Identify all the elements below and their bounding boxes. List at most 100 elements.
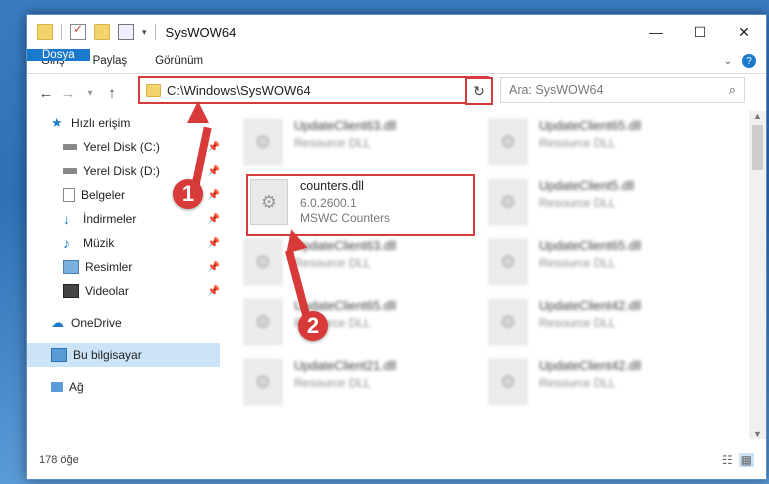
- cloud-icon: ☁: [51, 315, 64, 330]
- customize-toolbar-icon[interactable]: ▾: [142, 27, 147, 38]
- explorer-window: ▾ SysWOW64 — ☐ ✕ Dosya Giriş Paylaş Görü…: [26, 14, 767, 480]
- sidebar-item-onedrive[interactable]: ☁ OneDrive: [27, 311, 220, 335]
- properties-check-icon[interactable]: [70, 22, 86, 40]
- scroll-down-icon[interactable]: ▼: [749, 429, 766, 439]
- refresh-icon: ↻: [473, 82, 485, 99]
- details-view-icon[interactable]: ☷: [722, 453, 733, 467]
- sidebar-item-label: İndirmeler: [83, 212, 137, 226]
- drive-icon: [63, 168, 77, 174]
- drive-icon: [63, 144, 77, 150]
- window-title: SysWOW64: [165, 24, 237, 40]
- back-arrow-icon[interactable]: ←: [35, 85, 57, 102]
- pin-icon[interactable]: 📌: [208, 262, 220, 273]
- close-button[interactable]: ✕: [722, 15, 766, 49]
- sidebar-item-pictures[interactable]: Resimler 📌: [27, 255, 220, 279]
- minimize-button[interactable]: —: [634, 15, 678, 49]
- expand-ribbon-icon[interactable]: ⌄: [724, 56, 732, 67]
- scroll-thumb[interactable]: [752, 125, 763, 170]
- sidebar-item-this-pc[interactable]: Bu bilgisayar: [27, 343, 220, 367]
- tab-view[interactable]: Görünüm: [141, 49, 217, 73]
- address-path[interactable]: C:\Windows\SysWOW64: [167, 83, 311, 98]
- file-name: UpdateClient42.dll: [539, 299, 642, 313]
- dll-file-icon: ⚙: [244, 359, 282, 405]
- callout-1: 1: [173, 179, 203, 209]
- search-box[interactable]: Ara: SysWOW64 ⌕: [500, 77, 745, 103]
- file-type: Resource DLL: [539, 376, 616, 390]
- recent-locations-icon[interactable]: ▾: [79, 88, 101, 99]
- up-arrow-icon[interactable]: ↑: [101, 85, 123, 102]
- star-icon: ★: [51, 115, 63, 130]
- arrow-1-head: [187, 101, 209, 123]
- dll-file-icon: ⚙: [489, 119, 527, 165]
- list-item[interactable]: ⚙ UpdateClient5.dll Resource DLL: [489, 179, 634, 225]
- folder-icon: [37, 24, 53, 40]
- dll-file-icon: ⚙: [489, 359, 527, 405]
- video-icon: [63, 284, 79, 298]
- sidebar-item-label: Yerel Disk (C:): [83, 140, 160, 154]
- address-bar[interactable]: C:\Windows\SysWOW64 ⌄: [138, 76, 489, 104]
- file-name: UpdateClient63.dll: [294, 119, 397, 133]
- pin-icon[interactable]: 📌: [208, 214, 220, 225]
- tiles-view-icon[interactable]: ▦: [738, 453, 754, 467]
- scroll-up-icon[interactable]: ▲: [749, 111, 766, 121]
- title-bar: ▾ SysWOW64 — ☐ ✕: [27, 15, 766, 49]
- list-item[interactable]: ⚙ UpdateClient42.dll Resource DLL: [489, 299, 641, 345]
- document-icon: [63, 188, 75, 202]
- dll-file-icon: ⚙: [244, 119, 282, 165]
- list-item[interactable]: ⚙ UpdateClient63.dll Resource DLL: [244, 119, 396, 165]
- pin-icon[interactable]: 📌: [208, 190, 220, 201]
- vertical-scrollbar[interactable]: ▲ ▼: [749, 111, 766, 439]
- pin-icon[interactable]: 📌: [208, 286, 220, 297]
- list-item[interactable]: ⚙ UpdateClient42.dll Resource DLL: [489, 359, 641, 405]
- tab-file[interactable]: Dosya: [27, 49, 90, 61]
- file-name: UpdateClient63.dll: [294, 239, 397, 253]
- separator: [154, 24, 156, 40]
- file-name: UpdateClient42.dll: [539, 359, 642, 373]
- pin-icon[interactable]: 📌: [208, 166, 220, 177]
- pin-icon[interactable]: 📌: [208, 238, 220, 249]
- sidebar-item-downloads[interactable]: ↓ İndirmeler 📌: [27, 207, 220, 231]
- sidebar-item-label: Resimler: [85, 260, 133, 274]
- file-name: UpdateClient65.dll: [539, 239, 642, 253]
- file-type: Resource DLL: [294, 376, 371, 390]
- forward-arrow-icon[interactable]: →: [57, 85, 79, 102]
- pin-icon[interactable]: 📌: [208, 142, 220, 153]
- file-type: Resource DLL: [539, 316, 616, 330]
- callout-2: 2: [298, 311, 328, 341]
- maximize-button[interactable]: ☐: [678, 15, 722, 49]
- list-item[interactable]: ⚙ UpdateClient65.dll Resource DLL: [489, 239, 641, 285]
- sidebar-item-music[interactable]: ♪ Müzik 📌: [27, 231, 220, 255]
- sidebar-item-label: Hızlı erişim: [71, 116, 131, 130]
- dll-file-icon: ⚙: [489, 179, 527, 225]
- list-item[interactable]: ⚙ UpdateClient63.dll Resource DLL: [244, 239, 396, 285]
- file-name: UpdateClient21.dll: [294, 359, 397, 373]
- list-item[interactable]: ⚙ UpdateClient21.dll Resource DLL: [244, 359, 396, 405]
- sidebar-item-label: Yerel Disk (D:): [83, 164, 160, 178]
- help-icon[interactable]: ?: [742, 54, 756, 68]
- file-name: UpdateClient5.dll: [539, 179, 635, 193]
- navigation-pane: ★ Hızlı erişim Yerel Disk (C:) 📌 Yerel D…: [27, 111, 220, 441]
- sidebar-item-local-disk-c[interactable]: Yerel Disk (C:) 📌: [27, 135, 220, 159]
- search-icon[interactable]: ⌕: [729, 82, 736, 98]
- sidebar-item-videos[interactable]: Videolar 📌: [27, 279, 220, 303]
- new-folder-icon[interactable]: [94, 24, 110, 40]
- download-icon: ↓: [63, 211, 70, 227]
- properties-icon[interactable]: [118, 24, 134, 40]
- quick-access-toolbar: ▾: [27, 22, 156, 40]
- ribbon-controls: ⌄ ?: [724, 49, 766, 73]
- sidebar-item-label: Bu bilgisayar: [73, 348, 142, 362]
- list-item[interactable]: ⚙ UpdateClient65.dll Resource DLL: [489, 119, 641, 165]
- file-type: Resource DLL: [539, 196, 616, 210]
- search-input[interactable]: Ara: SysWOW64: [509, 83, 603, 97]
- folder-icon: [146, 83, 161, 97]
- file-type: Resource DLL: [539, 256, 616, 270]
- network-icon: [51, 382, 63, 392]
- sidebar-item-network[interactable]: Ağ: [27, 375, 220, 399]
- sidebar-item-label: Belgeler: [81, 188, 126, 202]
- separator: [61, 24, 62, 40]
- view-switcher: ☷ ▦: [722, 453, 754, 467]
- music-icon: ♪: [63, 235, 70, 251]
- status-bar: 178 öğe ☷ ▦: [27, 441, 766, 479]
- dll-file-icon: ⚙: [244, 299, 282, 345]
- refresh-button[interactable]: ↻: [465, 77, 493, 105]
